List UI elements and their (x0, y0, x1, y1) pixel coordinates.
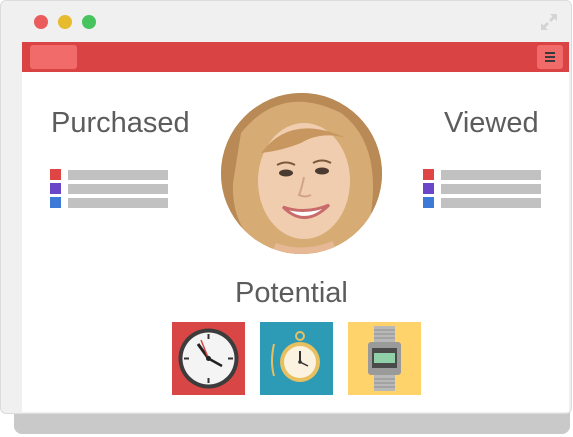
expand-arrows-icon[interactable] (539, 12, 559, 32)
potential-heading: Potential (235, 277, 348, 309)
list-item[interactable] (50, 182, 170, 196)
list-item[interactable] (423, 168, 543, 182)
wall-clock-icon (178, 328, 239, 389)
toolbar-button[interactable] (30, 45, 77, 69)
wall-clock-product-tile[interactable] (172, 322, 245, 395)
close-window-button[interactable] (34, 15, 48, 29)
digital-wristwatch-icon (368, 326, 401, 391)
purple-square-icon (50, 183, 61, 194)
red-square-icon (423, 169, 434, 180)
red-square-icon (50, 169, 61, 180)
viewed-heading: Viewed (444, 107, 539, 139)
title-bar (1, 1, 571, 43)
list-item[interactable] (423, 196, 543, 210)
pocket-watch-icon (271, 331, 320, 382)
placeholder-bar (441, 198, 541, 208)
blue-square-icon (50, 197, 61, 208)
list-item[interactable] (50, 196, 170, 210)
purchased-heading: Purchased (51, 107, 190, 139)
list-item[interactable] (50, 168, 170, 182)
app-toolbar (22, 42, 569, 72)
list-item[interactable] (423, 182, 543, 196)
viewed-list (423, 168, 543, 210)
minimize-window-button[interactable] (58, 15, 72, 29)
placeholder-bar (441, 170, 541, 180)
placeholder-bar (68, 198, 168, 208)
profile-avatar[interactable] (221, 93, 382, 254)
pocket-watch-product-tile[interactable] (260, 322, 333, 395)
blue-square-icon (423, 197, 434, 208)
smiling-woman-photo (221, 93, 382, 254)
hamburger-menu-icon (545, 52, 555, 62)
purchased-list (50, 168, 170, 210)
placeholder-bar (441, 184, 541, 194)
menu-button[interactable] (537, 45, 563, 69)
purple-square-icon (423, 183, 434, 194)
digital-watch-product-tile[interactable] (348, 322, 421, 395)
placeholder-bar (68, 184, 168, 194)
maximize-window-button[interactable] (82, 15, 96, 29)
main-content: Purchased Viewed Potential (22, 72, 569, 412)
placeholder-bar (68, 170, 168, 180)
